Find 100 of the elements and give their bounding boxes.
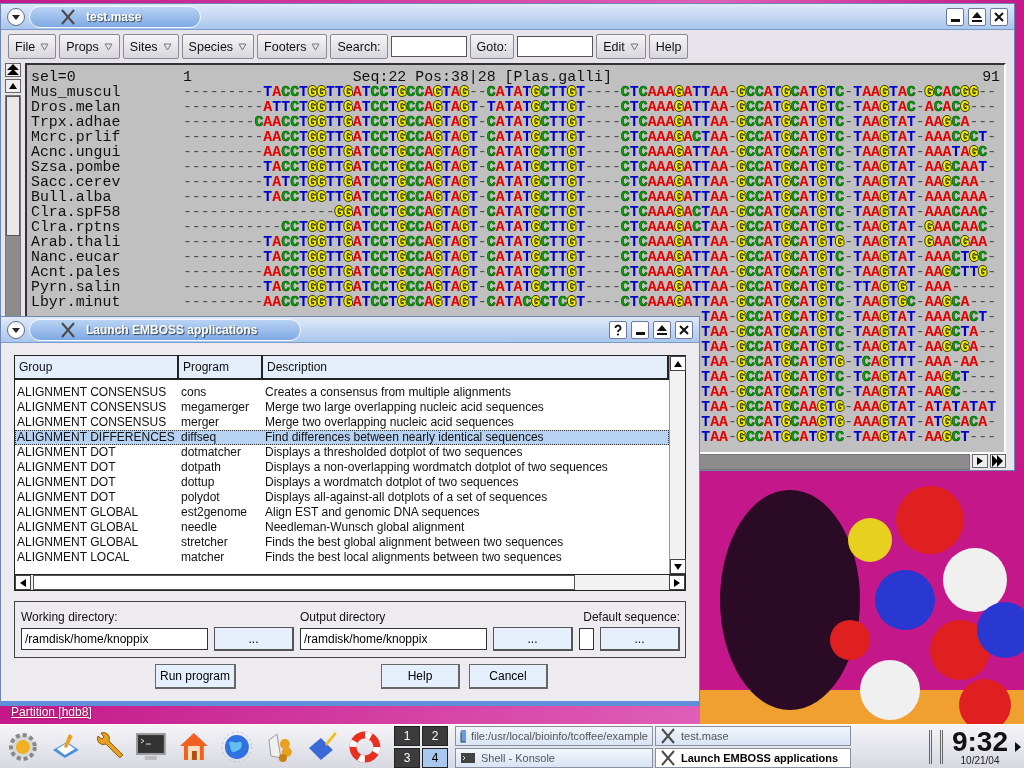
tray-handle[interactable] — [929, 729, 943, 764]
desktop-button[interactable]: 3 — [394, 747, 420, 768]
text-field[interactable] — [390, 36, 467, 57]
table-row[interactable]: ALIGNMENT GLOBAL needle Needleman-Wunsch global alignment — [15, 520, 669, 535]
table-cell-text: ALIGNMENT GLOBAL — [16, 505, 140, 520]
clock-date: 10/21/04 — [960, 755, 1000, 766]
arrow-right-icon[interactable] — [1015, 741, 1021, 752]
text-field[interactable]: /ramdisk/home/knoppix — [21, 628, 208, 650]
close-icon — [678, 323, 690, 336]
minimize-icon — [950, 19, 960, 22]
table-row[interactable]: ALIGNMENT LOCAL matcher Finds the best local alignments between two sequences — [15, 550, 669, 565]
task-button[interactable]: Shell - Konsole — [455, 747, 653, 768]
sequence-text: ---------TATCTGGTTGATCCTGCCAGTAGT-CATATGCTTGT----CTCAAAGATTAA-GCCATGCATGTC-TAAGTAT-AAGCAA-- — [182, 175, 997, 190]
desktop-button[interactable]: 4 — [422, 747, 448, 768]
table-row[interactable]: ALIGNMENT CONSENSUS cons Creates a consensus from multiple alignments — [15, 385, 669, 400]
sequence-text: -----------------GGATCCTGCCAGTAGT-CATATGCTTGT----CTCAAAGACTAA-GCCATGCATGTC-TAAGTAT-AAACAAC- — [182, 205, 997, 220]
terminal-icon — [460, 751, 476, 764]
scrollbar-thumb[interactable] — [6, 96, 20, 236]
close-button[interactable] — [990, 7, 1008, 26]
sequence-name: Pyrn.salin — [31, 280, 122, 295]
menu-button[interactable]: Sites — [122, 34, 179, 59]
text-field[interactable] — [517, 36, 594, 57]
lifebuoy-icon[interactable] — [348, 729, 383, 764]
sequence-text: ---------ATTCTGGTTGATCCTGCCAGTAGT-TATATGCTTGT----CTCAAAGATTAA-GCCATGCATGTC-TAAGTAC-ACACG--- — [182, 100, 997, 115]
menu-button[interactable]: Species — [181, 34, 255, 59]
table-row[interactable]: ALIGNMENT DOT dottup Displays a wordmatch dotplot of two sequences — [15, 475, 669, 490]
table-row[interactable]: ALIGNMENT CONSENSUS merger Merge two overlapping nucleic acid sequences — [15, 415, 669, 430]
table-row[interactable]: ALIGNMENT DOT dotmatcher Displays a thresholded dotplot of two sequences — [15, 445, 669, 460]
dialog-button[interactable]: Cancel — [469, 664, 549, 689]
checkbox[interactable] — [579, 628, 594, 650]
table-row[interactable]: ALIGNMENT DOT dotpath Displays a non-overlapping wordmatch dotplot of two sequences — [15, 460, 669, 475]
sequence-name: Clra.spF58 — [31, 205, 122, 220]
scrollbar-thumb[interactable] — [33, 575, 575, 590]
text-field[interactable]: /ramdisk/home/knoppix — [300, 628, 487, 650]
table-cell-text: matcher — [180, 550, 226, 565]
field-label: Output directory — [300, 610, 387, 624]
desktop-link[interactable]: Partition [hdb8] — [11, 705, 92, 719]
table-row[interactable]: ALIGNMENT CONSENSUS megamerger Merge two large overlapping nucleic acid sequences — [15, 400, 669, 415]
table-row[interactable]: ALIGNMENT GLOBAL est2genome Align EST and genomic DNA sequences — [15, 505, 669, 520]
menu-button[interactable]: Props — [59, 34, 120, 59]
menu-button[interactable]: Edit — [596, 34, 646, 59]
desktop-button[interactable]: 1 — [394, 725, 420, 746]
browse-button[interactable]: ... — [493, 627, 573, 651]
caret-icon — [103, 42, 113, 51]
table-cell-text: est2genome — [180, 505, 249, 520]
task-button[interactable]: Launch EMBOSS applications — [655, 747, 851, 768]
scroll-down-button[interactable] — [670, 559, 686, 574]
sequence-text: TAA-GCCATGCAAGTG-AAAGTAT-ATGCACA- — [701, 415, 997, 430]
arrow-right-icon — [977, 457, 983, 465]
sequence-text: TAA-GCCATGCATGTC-TAAGTAT-AAGCTA-- — [701, 325, 997, 340]
table-cell-text: ALIGNMENT LOCAL — [16, 550, 131, 565]
minimize-button[interactable] — [631, 320, 649, 339]
scroll-to-top-button[interactable] — [5, 63, 21, 77]
toolbar-button[interactable]: Goto: — [469, 34, 515, 59]
table-row[interactable]: ALIGNMENT DIFFERENCES diffseq Find differences between nearly identical sequences — [15, 430, 669, 445]
window-menu-button[interactable] — [7, 7, 25, 26]
maximize-icon — [971, 10, 983, 23]
table-cell-text: Creates a consensus from multiple alignments — [264, 385, 513, 400]
column-header[interactable]: Group — [15, 356, 179, 378]
close-button[interactable] — [675, 320, 693, 339]
desktop-button[interactable]: 2 — [422, 725, 448, 746]
scroll-up-button[interactable] — [670, 356, 686, 371]
scroll-right-button[interactable] — [972, 454, 988, 468]
toolbar-button[interactable]: Search: — [330, 34, 388, 59]
menu-button[interactable]: Footers — [257, 34, 328, 59]
sequence-text: ---------TACCTGGTTGATCCTGCCAGTAGT-CATATGCTTGT----CTCAAAGATTAA-GCCATGCATGTG-TAAGTAT-GAACGAA- — [182, 235, 997, 250]
column-header[interactable]: Program — [179, 356, 263, 378]
maximize-button[interactable] — [653, 320, 671, 339]
minimize-button[interactable] — [946, 7, 964, 26]
maximize-button[interactable] — [968, 7, 986, 26]
sequence-name: Nanc.eucar — [31, 250, 122, 265]
scroll-left-button[interactable] — [15, 575, 31, 590]
table-cell-text: ALIGNMENT CONSENSUS — [16, 385, 168, 400]
task-button[interactable]: file:/usr/local/bioinfo/tcoffee/example — [455, 725, 653, 746]
column-number: 91 — [982, 70, 1000, 85]
menu-button[interactable]: File — [8, 34, 57, 59]
dialog-button[interactable]: Run program — [155, 664, 237, 689]
browse-button[interactable]: ... — [214, 627, 294, 651]
scroll-right-button[interactable] — [669, 575, 685, 590]
sequence-text: ---------TACCTGGTTGATCCTGCCAGTAG--CATATGCTTGT----CTCAAAGATTAA-GCCATGCATGTC-TAAGTAC-GCACGG-- — [182, 85, 997, 100]
task-button[interactable]: test.mase — [655, 725, 851, 746]
selection-count: sel=0 — [31, 70, 77, 85]
column-header[interactable]: Description — [263, 356, 669, 378]
table-row[interactable]: ALIGNMENT DOT polydot Displays all-against-all dotplots of a set of sequences — [15, 490, 669, 505]
sequence-text: TAA-GCCATGCATGTC-TAAGTAT-AAACACT- — [701, 310, 997, 325]
caret-icon — [238, 42, 248, 51]
table-row[interactable]: ALIGNMENT GLOBAL stretcher Finds the best global alignment between two sequences — [15, 535, 669, 550]
sequence-text: --------CAACCTGGTTGATCCTGCCAGTAGT-CATATGCTTGT----CTCAAAGATTAA-GCCATGCATGTC-TAAGTAT-AAGCA--- — [182, 115, 997, 130]
scroll-to-end-button[interactable] — [990, 454, 1006, 468]
caret-icon — [629, 42, 639, 51]
window-menu-button[interactable] — [7, 320, 25, 339]
globe-icon[interactable] — [219, 729, 254, 764]
field-label: Default sequence: — [582, 610, 680, 624]
table-cell-text: ALIGNMENT GLOBAL — [16, 520, 140, 535]
scroll-up-button[interactable] — [5, 79, 21, 93]
toolbar-button[interactable]: Help — [648, 34, 689, 59]
help-button[interactable] — [609, 320, 627, 339]
dialog-button[interactable]: Help — [381, 664, 461, 689]
browse-button[interactable]: ... — [600, 627, 680, 651]
sequence-text: ---------TACCTGGTTGATCCTGCCAGTAGT-CATATGCTTGT----CTCAAAGATTAA-GCCATGCATGTC-TAAGTAT-AAACAAA- — [182, 190, 997, 205]
